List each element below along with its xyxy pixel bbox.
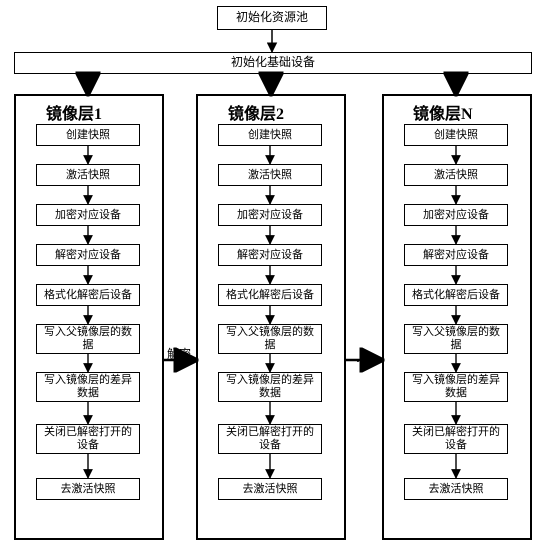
flowchart-canvas: 初始化资源池 初始化基础设备 镜像层1 镜像层2 镜像层N … 解密 创建快照 … — [0, 0, 544, 544]
arrows-layer — [0, 0, 544, 544]
